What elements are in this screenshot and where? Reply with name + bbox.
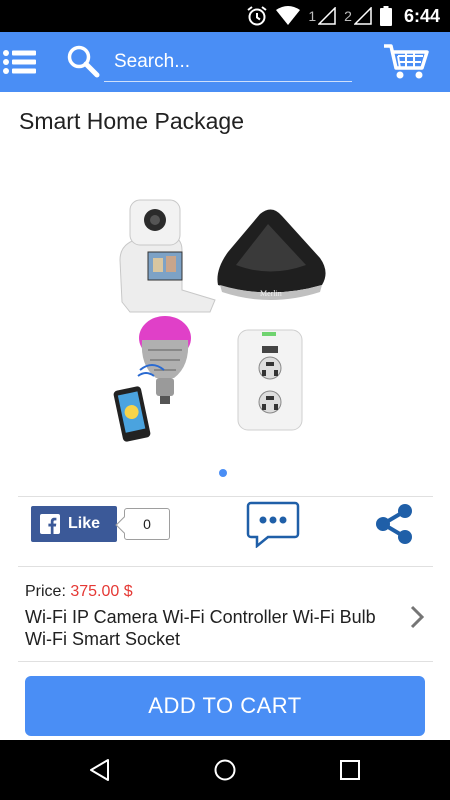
like-label: Like	[68, 515, 101, 532]
ip-camera-image	[119, 199, 216, 313]
home-button[interactable]	[213, 758, 237, 782]
menu-button[interactable]	[2, 44, 38, 80]
wifi-bulb-image	[113, 316, 191, 442]
search-icon	[67, 45, 100, 78]
like-count: 0	[124, 508, 170, 540]
details-chevron[interactable]	[407, 604, 427, 630]
search-button[interactable]	[66, 44, 100, 78]
comment-icon	[246, 501, 300, 549]
product-collage: Merlin	[113, 199, 326, 442]
alarm-icon	[247, 6, 267, 26]
cart-button[interactable]	[382, 42, 430, 82]
recents-button[interactable]	[338, 758, 362, 782]
product-image[interactable]: Merlin	[110, 190, 340, 445]
cart-icon	[384, 44, 429, 79]
divider	[18, 496, 433, 497]
price-label: Price:	[25, 583, 66, 600]
recents-icon	[340, 760, 360, 780]
back-button[interactable]	[88, 758, 112, 782]
product-description[interactable]: Wi-Fi IP Camera Wi-Fi Controller Wi-Fi B…	[25, 606, 395, 650]
status-bar: 1 2 6:44	[0, 0, 450, 32]
status-icons: 1 2 6:44	[246, 4, 440, 28]
facebook-icon	[40, 514, 60, 534]
add-to-cart-button[interactable]: ADD TO CART	[25, 676, 425, 736]
chevron-right-icon	[410, 605, 425, 629]
sim2-label: 2	[344, 8, 352, 24]
signal-icon	[353, 7, 372, 25]
signal-icon	[318, 7, 336, 25]
price-value: 375.00 $	[70, 583, 133, 600]
wifi-controller-image: Merlin	[217, 209, 326, 300]
app-bar	[0, 32, 450, 92]
product-title: Smart Home Package	[19, 108, 244, 134]
back-icon	[90, 759, 109, 781]
home-icon	[214, 759, 236, 781]
svg-text:Merlin: Merlin	[260, 289, 282, 298]
smart-socket-image	[237, 329, 303, 431]
share-button[interactable]	[373, 503, 415, 545]
battery-icon	[379, 6, 392, 26]
divider	[18, 661, 433, 662]
sim1-label: 1	[308, 8, 317, 24]
image-pager-dot[interactable]	[219, 469, 227, 477]
share-icon	[376, 504, 412, 544]
navigation-bar	[0, 740, 450, 800]
menu-icon	[3, 50, 36, 74]
wifi-icon	[276, 6, 301, 25]
divider	[18, 566, 433, 567]
search-input[interactable]	[104, 42, 352, 82]
facebook-like-button[interactable]: Like	[31, 506, 117, 542]
price-row: Price: 375.00 $	[25, 583, 133, 601]
comment-button[interactable]	[246, 500, 300, 549]
clock: 6:44	[403, 5, 440, 26]
